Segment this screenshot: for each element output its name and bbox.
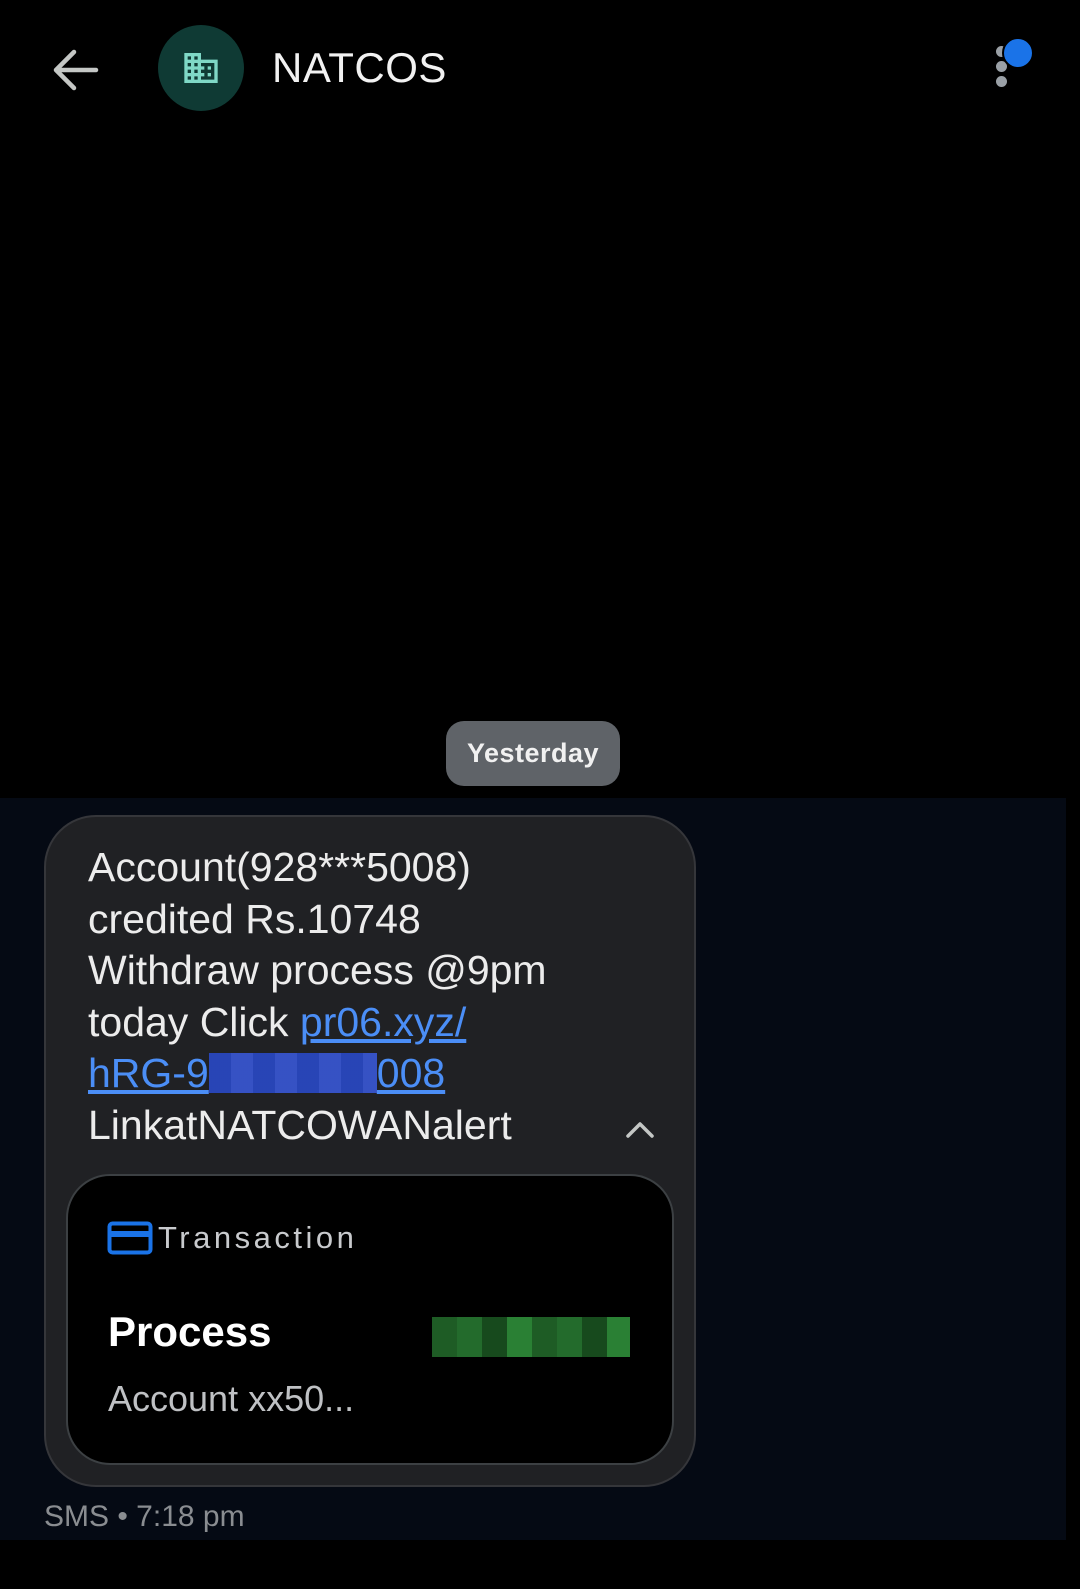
top-app-bar: NATCOS <box>0 0 1066 140</box>
collapse-button[interactable] <box>620 1110 660 1150</box>
card-category-label: Transaction <box>158 1220 358 1255</box>
message-line: LinkatNATCOWANalert <box>88 1101 512 1148</box>
avatar[interactable] <box>158 25 244 111</box>
message-text: Account(928***5008) credited Rs.10748 Wi… <box>88 842 608 1151</box>
conversation-title: NATCOS <box>272 44 447 91</box>
redaction-blur <box>208 1053 377 1093</box>
notification-badge <box>1002 37 1034 69</box>
card-subtitle: Account xx50... <box>108 1378 355 1419</box>
message-meta: SMS • 7:18 pm <box>44 1500 245 1533</box>
date-divider: Yesterday <box>446 721 620 786</box>
message-link-start[interactable]: hRG-9 <box>88 1050 209 1096</box>
message-line: hRG-9 008 <box>88 1048 608 1100</box>
back-button[interactable] <box>50 44 102 96</box>
message-line: today Click pr06.xyz/ <box>88 997 608 1049</box>
message-line: Withdraw process @9pm <box>88 947 547 993</box>
arrow-left-icon <box>53 49 99 91</box>
message-line: Account(928***5008) <box>88 844 471 890</box>
more-options-button[interactable] <box>984 36 1036 96</box>
credit-card-icon <box>107 1221 153 1255</box>
amount-redaction-blur <box>432 1317 630 1357</box>
chevron-up-icon <box>626 1122 654 1138</box>
bottom-area <box>0 1540 1066 1589</box>
message-link[interactable]: pr06.xyz/ <box>300 999 466 1045</box>
message-link-end[interactable]: 008 <box>377 1050 445 1096</box>
message-line: credited Rs.10748 <box>88 895 421 942</box>
building-icon <box>184 53 218 83</box>
message-text-segment: today Click <box>88 998 300 1045</box>
menu-dot <box>996 76 1007 87</box>
card-title: Process <box>108 1308 272 1355</box>
